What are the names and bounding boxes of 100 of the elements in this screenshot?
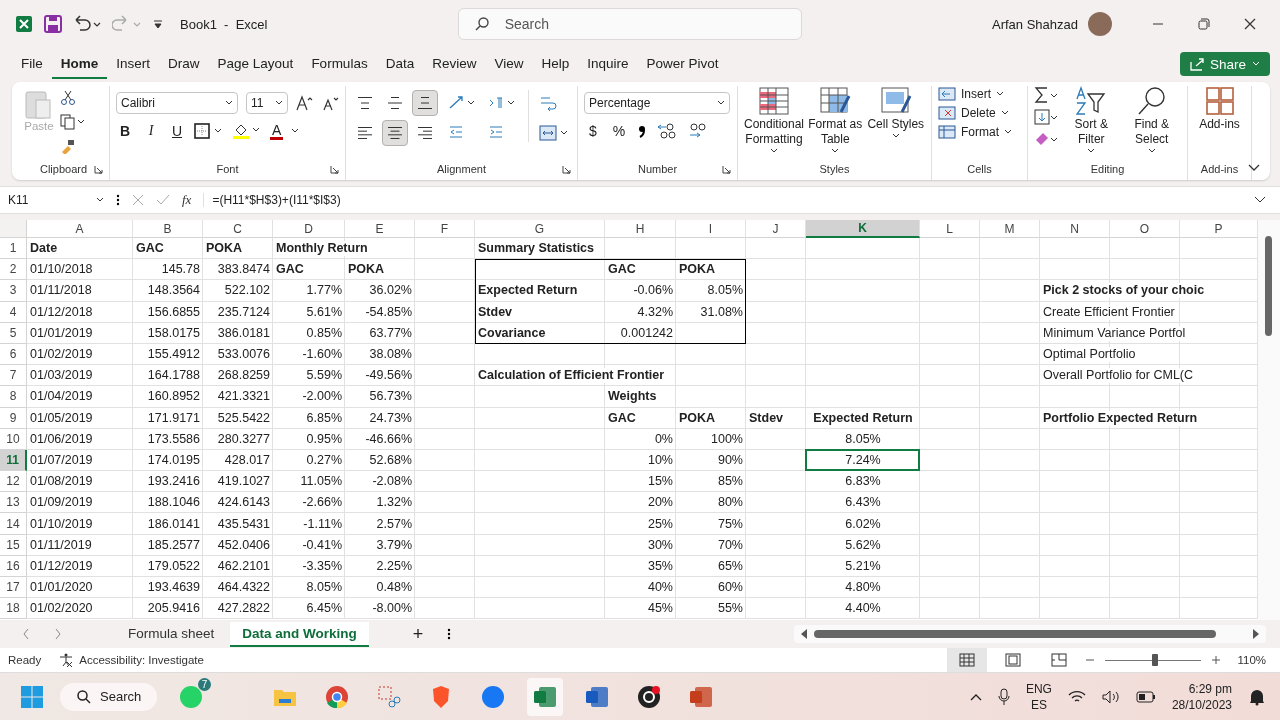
dialog-launcher-icon[interactable]	[722, 164, 731, 174]
increase-font-size-icon[interactable]	[296, 95, 314, 111]
menu-tab[interactable]: Home	[51, 49, 108, 79]
copy-icon[interactable]	[60, 114, 86, 130]
column-header[interactable]: K	[806, 220, 920, 238]
row-header[interactable]: 14	[0, 513, 27, 535]
row-header[interactable]: 7	[0, 365, 27, 387]
comma-style-icon[interactable]	[636, 123, 648, 139]
undo-icon[interactable]	[72, 15, 102, 33]
row-header[interactable]: 1	[0, 238, 27, 260]
menu-tab[interactable]: Data	[376, 49, 424, 79]
column-header[interactable]: I	[676, 220, 746, 238]
ribbon-button[interactable]: Insert	[938, 86, 1004, 102]
ribbon-button[interactable]: Format as Table	[806, 86, 865, 154]
notification-bell-icon[interactable]	[1248, 687, 1266, 706]
taskbar-search[interactable]: Search	[60, 682, 158, 711]
share-button[interactable]: Share	[1179, 52, 1270, 76]
row-header[interactable]: 3	[0, 280, 27, 302]
column-header[interactable]: L	[920, 220, 980, 238]
add-ins-button[interactable]: Add-ins	[1194, 86, 1245, 132]
underline-button[interactable]: U	[168, 123, 186, 139]
eraser-icon[interactable]	[1034, 130, 1060, 148]
row-header[interactable]: 4	[0, 301, 27, 323]
normal-view-button[interactable]	[947, 648, 988, 672]
avatar-icon[interactable]	[1088, 12, 1112, 36]
menu-tab[interactable]: Page Layout	[208, 49, 303, 79]
speaker-icon[interactable]	[1101, 689, 1120, 704]
cut-icon[interactable]	[60, 90, 76, 106]
font-color-button[interactable]: A	[270, 122, 284, 140]
column-header[interactable]: P	[1180, 220, 1258, 238]
column-header[interactable]: D	[273, 220, 345, 238]
column-header[interactable]: F	[415, 220, 475, 238]
column-header[interactable]: E	[345, 220, 415, 238]
customize-toolbar-icon[interactable]	[152, 18, 164, 30]
percent-button[interactable]: %	[610, 123, 628, 139]
row-header[interactable]: 8	[0, 386, 27, 408]
border-icon[interactable]	[194, 123, 224, 139]
align-button[interactable]	[382, 120, 408, 146]
ribbon-button[interactable]: Delete	[938, 105, 1009, 121]
menu-tab[interactable]: Formulas	[302, 49, 377, 79]
column-header[interactable]: O	[1110, 220, 1180, 238]
menu-tab[interactable]: Help	[532, 49, 579, 79]
increase-decimal-icon[interactable]	[656, 122, 678, 140]
wrap-text-icon[interactable]	[539, 94, 557, 112]
insert-function-button[interactable]: fx	[182, 192, 192, 208]
column-header[interactable]: J	[746, 220, 806, 238]
accessibility-status[interactable]: Accessibility: Investigate	[79, 654, 204, 666]
fill-down-icon[interactable]	[1034, 108, 1060, 126]
zoom-level[interactable]: 110%	[1237, 654, 1266, 666]
clock[interactable]: 6:29 pm 28/10/2023	[1171, 680, 1232, 713]
next-sheet-icon[interactable]	[54, 628, 62, 640]
menu-tab[interactable]: Insert	[107, 49, 160, 79]
row-header[interactable]: 6	[0, 343, 27, 366]
row-header[interactable]: 16	[0, 555, 27, 577]
ribbon-button[interactable]: Format	[938, 124, 1012, 140]
row-header[interactable]: 18	[0, 598, 27, 620]
close-icon[interactable]	[1244, 18, 1256, 30]
scroll-left-icon[interactable]	[800, 629, 808, 639]
zoom-in-icon[interactable]	[1211, 655, 1222, 665]
column-header[interactable]: C	[203, 220, 273, 238]
dialog-launcher-icon[interactable]	[330, 164, 339, 174]
previous-sheet-icon[interactable]	[22, 628, 30, 640]
merge-center-icon[interactable]	[539, 124, 569, 142]
column-header[interactable]: G	[475, 220, 605, 238]
collapse-ribbon-icon[interactable]	[1248, 164, 1260, 172]
menu-tab[interactable]: Review	[423, 49, 486, 79]
more-icon[interactable]	[116, 194, 120, 206]
vertical-scrollbar[interactable]	[1258, 220, 1280, 620]
row-header[interactable]: 13	[0, 492, 27, 514]
row-header[interactable]: 2	[0, 259, 27, 281]
decrease-font-size-icon[interactable]	[322, 95, 340, 111]
search-field[interactable]: Search	[457, 8, 802, 40]
scroll-thumb[interactable]	[1265, 236, 1272, 336]
format-painter-icon[interactable]	[60, 138, 76, 154]
name-box[interactable]: K11	[8, 193, 104, 207]
row-header[interactable]: 17	[0, 577, 27, 599]
row-header[interactable]: 5	[0, 322, 27, 344]
row-header[interactable]: 15	[0, 534, 27, 556]
italic-button[interactable]: I	[142, 123, 160, 139]
font-size-dropdown[interactable]: 11	[246, 92, 288, 114]
sheet-tab[interactable]: Data and Working	[230, 621, 369, 647]
taskbar-app-button[interactable]: 7	[173, 677, 210, 716]
scroll-right-icon[interactable]	[1252, 629, 1260, 639]
fill-color-icon[interactable]	[232, 122, 262, 140]
bold-button[interactable]: B	[116, 123, 134, 139]
formula-field[interactable]: =(H11*$H$3)+(I11*$I$3)	[203, 193, 1242, 207]
enter-check-icon[interactable]	[156, 194, 170, 206]
menu-tab[interactable]: Draw	[159, 49, 209, 79]
add-sheet-button[interactable]: +	[412, 623, 424, 645]
ribbon-button[interactable]: Find & Select	[1122, 86, 1181, 154]
menu-tab[interactable]: View	[485, 49, 533, 79]
sheet-tab[interactable]: Formula sheet	[116, 621, 227, 647]
row-header[interactable]: 9	[0, 407, 27, 429]
language-indicator[interactable]: ENG ES	[1025, 680, 1052, 713]
more-icon[interactable]	[447, 628, 452, 640]
column-header[interactable]: B	[133, 220, 203, 238]
microphone-icon[interactable]	[997, 687, 1010, 706]
zoom-thumb[interactable]	[1152, 654, 1159, 666]
chevron-up-icon[interactable]	[969, 692, 982, 701]
row-header[interactable]: 11	[0, 449, 27, 472]
